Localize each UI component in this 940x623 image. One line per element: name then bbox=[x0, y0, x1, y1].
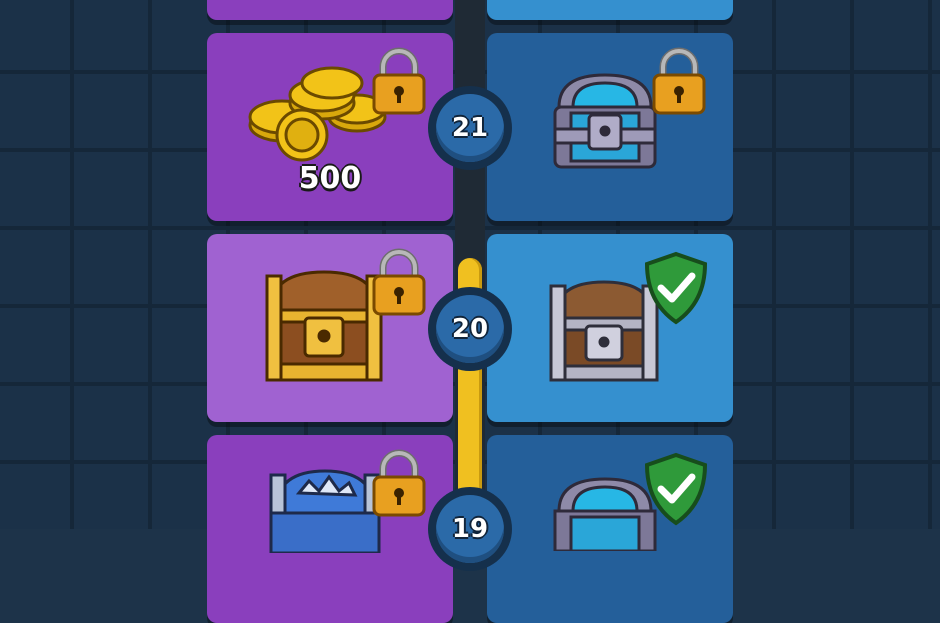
reward-card-free-tier-19[interactable] bbox=[207, 435, 453, 623]
padlock-icon bbox=[372, 449, 426, 517]
padlock-icon bbox=[372, 248, 426, 316]
tier-badge-21: 21 bbox=[428, 86, 512, 170]
padlock-icon bbox=[652, 47, 706, 115]
diamond-chest-icon bbox=[269, 469, 381, 553]
reward-card-free-tier-20[interactable] bbox=[207, 234, 453, 422]
reward-card-free-tier-21[interactable]: 500 bbox=[207, 33, 453, 221]
checkmark-shield-icon bbox=[644, 251, 708, 325]
tier-number: 20 bbox=[451, 314, 489, 344]
blue-chest-icon bbox=[553, 73, 657, 169]
checkmark-shield-icon bbox=[644, 452, 708, 526]
tier-badge-19: 19 bbox=[428, 487, 512, 571]
reward-amount: 500 bbox=[298, 161, 362, 196]
padlock-icon bbox=[372, 47, 426, 115]
wooden-chest-icon bbox=[265, 270, 383, 382]
reward-card-free-tier-22[interactable] bbox=[207, 0, 453, 20]
tier-number: 21 bbox=[451, 113, 489, 143]
reward-card-premium-tier-20[interactable] bbox=[487, 234, 733, 422]
reward-card-premium-tier-19[interactable] bbox=[487, 435, 733, 623]
tier-badge-20: 20 bbox=[428, 287, 512, 371]
reward-card-premium-tier-22[interactable] bbox=[487, 0, 733, 20]
reward-card-premium-tier-21[interactable] bbox=[487, 33, 733, 221]
tier-number: 19 bbox=[451, 514, 489, 544]
gold-coins-icon bbox=[248, 66, 387, 162]
